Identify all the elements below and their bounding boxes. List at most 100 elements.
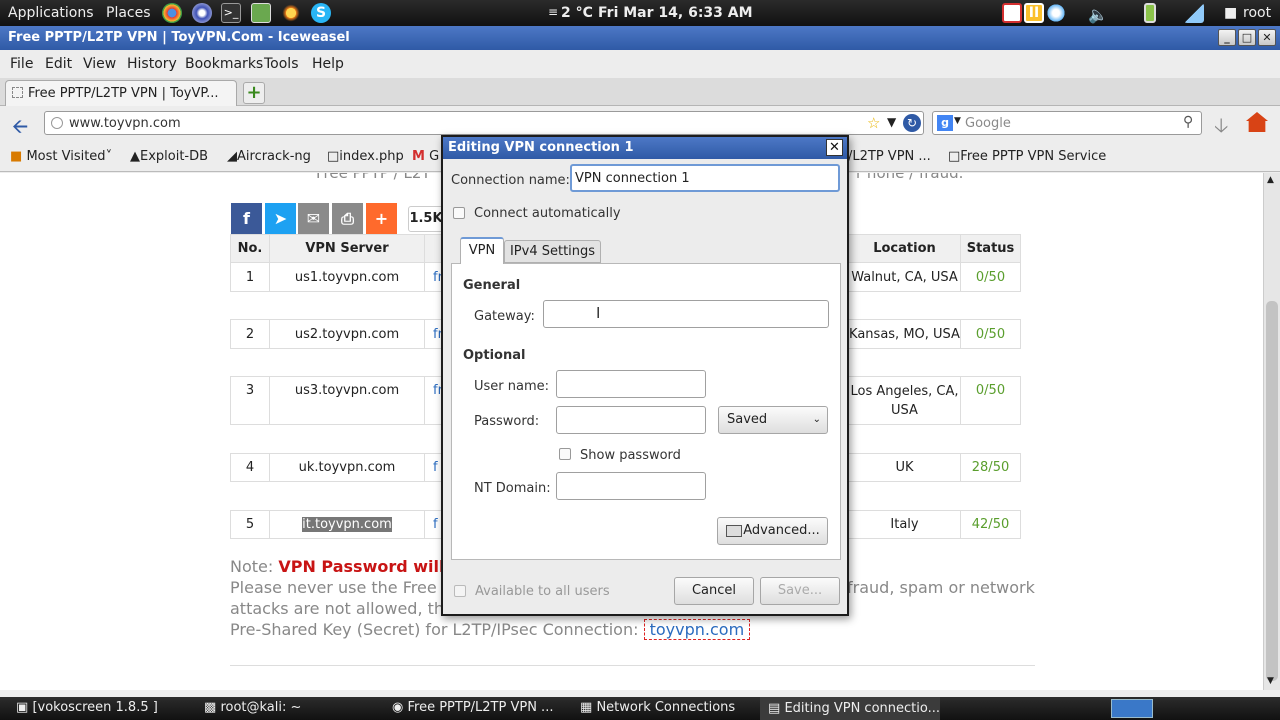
scrollbar-thumb[interactable] bbox=[1266, 301, 1278, 681]
clock[interactable]: Fri Mar 14, 6:33 AM bbox=[598, 5, 753, 21]
vokoscreen-icon: ▣ bbox=[16, 700, 29, 715]
taskbar-label: Editing VPN connectio... bbox=[784, 701, 940, 716]
password-mode-select[interactable]: Saved ⌄ bbox=[718, 406, 828, 434]
iceweasel-icon[interactable] bbox=[192, 3, 212, 23]
chevron-down-icon[interactable]: ▼ bbox=[887, 115, 896, 129]
weather-icon: ≡ bbox=[548, 5, 559, 19]
taskbar-item-network-connections[interactable]: ▦ Network Connections bbox=[580, 700, 735, 715]
connect-automatically-checkbox[interactable] bbox=[453, 207, 465, 219]
menu-file[interactable]: File bbox=[10, 56, 33, 72]
note-text: Please never use the Free V bbox=[230, 578, 453, 597]
search-icon[interactable]: ⚲ bbox=[1183, 114, 1193, 130]
bookmark-index-php[interactable]: □index.php bbox=[327, 149, 404, 164]
gear-icon[interactable] bbox=[1046, 3, 1066, 23]
taskbar-item-editing-vpn[interactable]: ▤ Editing VPN connectio... bbox=[760, 697, 940, 720]
search-placeholder: Google bbox=[965, 116, 1011, 131]
browser-titlebar[interactable]: Free PPTP/L2TP VPN | ToyVPN.Com - Icewea… bbox=[0, 26, 1280, 50]
maximize-button[interactable]: □ bbox=[1238, 29, 1256, 46]
bookmark-most-visited[interactable]: ■ Most Visited˅ bbox=[10, 149, 112, 164]
page-scrollbar[interactable]: ▲ ▼ bbox=[1263, 173, 1280, 690]
taskbar-item-terminal[interactable]: ▩ root@kali: ~ bbox=[204, 700, 301, 715]
bookmark-l2tp-vpn[interactable]: /L2TP VPN ... bbox=[848, 149, 931, 164]
email-share-icon[interactable]: ✉ bbox=[298, 203, 329, 234]
twitter-share-icon[interactable]: ➤ bbox=[265, 203, 296, 234]
taskbar-label: Network Connections bbox=[596, 700, 736, 715]
weather-temp[interactable]: 2 °C bbox=[561, 5, 593, 21]
home-icon[interactable] bbox=[1246, 112, 1268, 132]
cell-location: Italy bbox=[848, 510, 961, 539]
bookmark-gmail[interactable]: M G bbox=[412, 149, 439, 164]
applications-menu[interactable]: Applications bbox=[8, 5, 94, 21]
image-viewer-icon[interactable] bbox=[251, 3, 271, 23]
bookmark-exploit-db[interactable]: ▲Exploit-DB bbox=[130, 149, 208, 164]
bookmark-aircrack[interactable]: ◢Aircrack-ng bbox=[227, 149, 311, 164]
psk-value[interactable]: toyvpn.com bbox=[643, 619, 751, 640]
menu-view[interactable]: View bbox=[83, 56, 116, 72]
scroll-up-icon[interactable]: ▲ bbox=[1267, 175, 1274, 185]
close-button[interactable]: ✕ bbox=[1258, 29, 1276, 46]
cell-status: 28/50 bbox=[960, 453, 1021, 482]
menu-bookmarks[interactable]: Bookmarks bbox=[185, 56, 263, 72]
tab-toyvpn[interactable]: Free PPTP/L2TP VPN | ToyVP... bbox=[5, 80, 237, 106]
cell-server[interactable]: us1.toyvpn.com bbox=[269, 262, 425, 292]
pause-icon[interactable]: II bbox=[1024, 3, 1044, 23]
url-bar[interactable]: www.toyvpn.com ☆ ▼ ↻ bbox=[44, 111, 924, 135]
print-share-icon[interactable]: ⎙ bbox=[332, 203, 363, 234]
network-icon[interactable] bbox=[1184, 3, 1204, 23]
dialog-close-button[interactable]: ✕ bbox=[826, 139, 843, 156]
cell-server[interactable]: it.toyvpn.com bbox=[269, 510, 425, 539]
star-bookmark-icon[interactable]: ☆ bbox=[867, 114, 880, 132]
sun-icon[interactable] bbox=[281, 3, 301, 23]
bookmark-free-pptp[interactable]: □Free PPTP VPN Service bbox=[948, 149, 1106, 164]
cell-server[interactable]: uk.toyvpn.com bbox=[269, 453, 425, 482]
tab-vpn[interactable]: VPN bbox=[460, 237, 504, 264]
volume-icon[interactable]: 🔈 bbox=[1088, 5, 1108, 24]
cell-no: 5 bbox=[230, 510, 270, 539]
vpn-tab-panel: General Gateway: I Optional User name: P… bbox=[451, 263, 841, 560]
reload-icon[interactable]: ↻ bbox=[903, 114, 921, 132]
show-password-label: Show password bbox=[580, 448, 681, 463]
google-icon[interactable]: g bbox=[937, 115, 953, 131]
connection-name-input[interactable]: VPN connection 1 bbox=[570, 164, 840, 192]
record-stop-icon[interactable] bbox=[1002, 3, 1022, 23]
cell-server[interactable]: us2.toyvpn.com bbox=[269, 319, 425, 349]
tab-bar: Free PPTP/L2TP VPN | ToyVP... + bbox=[0, 78, 1280, 106]
menu-history[interactable]: History bbox=[127, 56, 177, 72]
minimize-button[interactable]: _ bbox=[1218, 29, 1236, 46]
nt-domain-input[interactable] bbox=[556, 472, 706, 500]
places-menu[interactable]: Places bbox=[106, 5, 151, 21]
menu-tools[interactable]: Tools bbox=[264, 56, 299, 72]
psk-line: Pre-Shared Key (Secret) for L2TP/IPsec C… bbox=[230, 619, 751, 640]
new-tab-button[interactable]: + bbox=[243, 82, 265, 104]
available-all-users-checkbox[interactable] bbox=[454, 585, 466, 597]
cell-status: 0/50 bbox=[960, 319, 1021, 349]
search-engine-chevron-icon[interactable]: ▼ bbox=[954, 116, 961, 126]
add-share-icon[interactable]: + bbox=[366, 203, 397, 234]
selected-server-text[interactable]: it.toyvpn.com bbox=[302, 517, 392, 532]
user-menu[interactable]: root bbox=[1243, 5, 1271, 21]
advanced-button[interactable]: Advanced... bbox=[717, 517, 828, 545]
taskbar-item-browser[interactable]: ◉ Free PPTP/L2TP VPN ... bbox=[392, 700, 553, 715]
taskbar-item-vokoscreen[interactable]: ▣ [vokoscreen 1.8.5 ] bbox=[16, 700, 158, 715]
cancel-button[interactable]: Cancel bbox=[674, 577, 754, 605]
workspace-switcher[interactable] bbox=[1111, 699, 1153, 718]
terminal-icon[interactable]: >_ bbox=[221, 3, 241, 23]
skype-icon[interactable]: S bbox=[311, 3, 331, 23]
show-password-checkbox[interactable] bbox=[559, 448, 571, 460]
battery-icon[interactable] bbox=[1144, 3, 1156, 23]
username-input[interactable] bbox=[556, 370, 706, 398]
dialog-titlebar[interactable]: Editing VPN connection 1 ✕ bbox=[443, 137, 847, 159]
chat-icon[interactable]: ■ bbox=[1224, 5, 1237, 21]
cell-server[interactable]: us3.toyvpn.com bbox=[269, 376, 425, 425]
search-bar[interactable]: g ▼ Google ⚲ bbox=[932, 111, 1202, 135]
password-input[interactable] bbox=[556, 406, 706, 434]
menu-help[interactable]: Help bbox=[312, 56, 344, 72]
tab-ipv4-settings[interactable]: IPv4 Settings bbox=[504, 240, 601, 263]
save-button[interactable]: Save... bbox=[760, 577, 840, 605]
gateway-input[interactable]: I bbox=[543, 300, 829, 328]
menu-edit[interactable]: Edit bbox=[45, 56, 72, 72]
chrome-icon[interactable] bbox=[162, 3, 182, 23]
bookmark-label: Exploit-DB bbox=[140, 149, 209, 164]
scroll-down-icon[interactable]: ▼ bbox=[1267, 676, 1274, 686]
facebook-share-icon[interactable]: f bbox=[231, 203, 262, 234]
